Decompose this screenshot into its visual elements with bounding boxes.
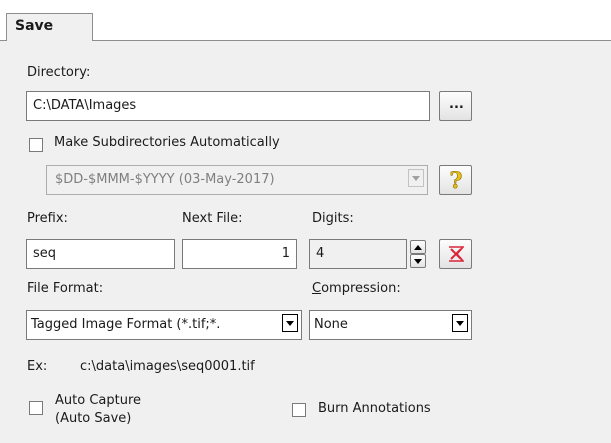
auto-capture-label: Auto Capture (Auto Save) [55, 392, 141, 428]
compression-value: None [314, 317, 348, 332]
subdirectory-pattern-select: $DD-$MMM-$YYYY (03-May-2017) [46, 165, 428, 195]
question-icon: ? [449, 169, 463, 191]
compression-label-rest: ompression: [321, 281, 401, 296]
file-format-value: Tagged Image Format (*.tif;*. [31, 317, 221, 332]
make-subdirectories-checkbox[interactable] [29, 138, 43, 152]
next-file-input[interactable]: 1 [182, 239, 297, 269]
spin-up-button[interactable] [410, 240, 426, 254]
digits-input[interactable]: 4 [309, 239, 407, 269]
chevron-down-icon [282, 314, 298, 332]
save-panel: Directory: C:\DATA\Images ... Make Subdi… [0, 40, 611, 443]
file-format-select[interactable]: Tagged Image Format (*.tif;*. [26, 310, 302, 340]
digits-spinner[interactable] [410, 240, 426, 268]
compression-select[interactable]: None [309, 310, 472, 340]
example-label: Ex: [27, 359, 48, 374]
file-format-label: File Format: [27, 281, 104, 296]
directory-input[interactable]: C:\DATA\Images [26, 91, 430, 121]
directory-label: Directory: [27, 65, 91, 80]
reset-counter-button[interactable] [439, 239, 472, 269]
burn-annotations-checkbox[interactable] [292, 403, 306, 417]
auto-capture-label-line2: (Auto Save) [55, 411, 132, 426]
next-file-label: Next File: [182, 211, 243, 226]
svg-text:?: ? [450, 169, 463, 191]
make-subdirectories-label: Make Subdirectories Automatically [54, 135, 280, 150]
burn-annotations-label: Burn Annotations [318, 401, 431, 416]
prefix-input[interactable]: seq [26, 239, 175, 269]
reset-icon [449, 246, 464, 262]
example-filename: c:\data\images\seq0001.tif [80, 359, 255, 374]
chevron-down-icon [414, 259, 422, 264]
browse-button[interactable]: ... [439, 91, 472, 121]
compression-label: Compression: [312, 281, 401, 296]
browse-button-label: ... [449, 97, 464, 112]
chevron-down-icon [408, 169, 424, 187]
prefix-label: Prefix: [27, 211, 68, 226]
chevron-down-icon [452, 314, 468, 332]
tab-save-label: Save [15, 18, 54, 34]
spin-down-button[interactable] [410, 254, 426, 268]
chevron-up-icon [414, 245, 422, 250]
compression-label-accelerator: C [312, 281, 322, 296]
digits-label: Digits: [312, 211, 354, 226]
subdirectory-pattern-value: $DD-$MMM-$YYYY (03-May-2017) [55, 172, 275, 187]
tab-save[interactable]: Save [6, 13, 93, 41]
auto-capture-checkbox[interactable] [29, 401, 43, 415]
help-button[interactable]: ? [439, 165, 472, 195]
auto-capture-label-line1: Auto Capture [55, 393, 142, 408]
